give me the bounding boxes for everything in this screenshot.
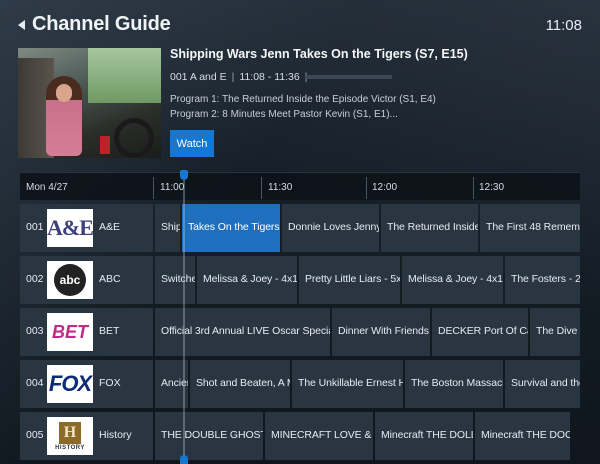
channel-cell[interactable]: 005 H HISTORY History [20,412,153,460]
clock: 11:08 [545,17,582,34]
program-cell[interactable]: Shipping Wars [155,204,180,252]
logo-text: A&E [47,215,94,240]
program-cell[interactable]: MINECRAFT LOVE & HA [265,412,373,460]
program-cell-selected[interactable]: Takes On the Tigers [182,204,280,252]
watch-button[interactable]: Watch [170,130,214,157]
program-cell[interactable]: Minecraft THE DOLL [375,412,473,460]
now-playing-time: 11:08 - 11:36 [239,71,300,83]
time-tick [366,177,367,199]
program-cell[interactable]: The Boston Massacre [405,360,503,408]
logo-text: abc [54,264,86,296]
channel-name: BET [99,325,120,337]
channel-row-abc: 002 abc ABC Switched Melissa & Joey - 4x… [20,256,580,304]
channel-number: 002 [26,273,44,285]
channel-row-bet: 003 BET BET Official 3rd Annual LIVE Osc… [20,308,580,356]
current-time-marker-top [180,170,188,180]
channel-cell[interactable]: 003 BET BET [20,308,153,356]
now-playing-meta: 001 A and E|11:08 - 11:36| [170,71,312,83]
time-label: 11:30 [268,182,293,193]
history-logo-icon: H HISTORY [47,417,93,455]
time-label: 12:30 [479,182,505,193]
program-cell[interactable]: DECKER Port Of Call [432,308,528,356]
channel-row-history: 005 H HISTORY History THE DOUBLE GHOST P… [20,412,580,460]
logo-text: FOX [48,371,92,396]
now-playing-title: Shipping Wars Jenn Takes On the Tigers (… [170,47,468,61]
bet-logo-icon: BET [47,313,93,351]
time-label: 12:00 [372,182,398,193]
time-tick [261,177,262,199]
meta-separator: | [231,71,235,83]
program-cell[interactable]: The Unkillable Ernest He [292,360,403,408]
channel-cell[interactable]: 001 A&E A&E [20,204,153,252]
channel-name: History [99,429,132,441]
guide-date: Mon 4/27 [26,182,68,193]
channel-guide-grid: Mon 4/27 11:00 11:30 12:00 12:30 001 A&E… [20,170,580,464]
video-preview[interactable] [18,48,161,158]
back-arrow-icon[interactable] [18,20,25,30]
program-cell[interactable]: The Dive [530,308,580,356]
program-cell[interactable]: The Fosters - 2 [505,256,580,304]
abc-logo-icon: abc [47,261,93,299]
program-cell[interactable]: The First 48 Remembered [480,204,580,252]
channel-number: 004 [26,377,44,389]
preview-window [88,48,161,103]
page-title: Channel Guide [32,13,171,35]
program-line-1: Program 1: The Returned Inside the Episo… [170,94,436,105]
program-cell[interactable]: Minecraft THE DOO [475,412,570,460]
preview-steering-wheel [114,118,154,158]
program-cell[interactable]: Switched [155,256,195,304]
ae-logo-icon: A&E [47,209,94,247]
now-playing-channel: 001 A and E [170,71,227,83]
logo-text: H [59,421,81,444]
program-cell[interactable]: Official 3rd Annual LIVE Oscar Special [155,308,330,356]
now-playing-progress [306,75,392,79]
channel-number: 001 [26,221,44,233]
program-cell[interactable]: Survival and the [505,360,580,408]
preview-face [56,84,72,102]
fox-logo-icon: FOX [47,365,93,403]
program-cell[interactable]: Dinner With Friends w [332,308,430,356]
logo-text: BET [52,321,88,342]
current-time-indicator [183,172,185,464]
channel-cell[interactable]: 002 abc ABC [20,256,153,304]
channel-name: A&E [99,221,121,233]
header: Channel Guide 11:08 [0,0,600,46]
current-time-marker-bottom [180,455,188,464]
channel-name: ABC [99,273,121,285]
channel-name: FOX [99,377,121,389]
channel-number: 003 [26,325,44,337]
time-label: 11:00 [160,182,185,193]
time-tick [153,177,154,199]
program-cell[interactable]: Donnie Loves Jenny [282,204,379,252]
time-bar: Mon 4/27 11:00 11:30 12:00 12:30 [20,172,580,200]
channel-cell[interactable]: 004 FOX FOX [20,360,153,408]
program-line-2: Program 2: 8 Minutes Meet Pastor Kevin (… [170,109,398,120]
channel-row-ae: 001 A&E A&E Shipping Wars Takes On the T… [20,204,580,252]
program-cell[interactable]: Melissa & Joey - 4x1 [402,256,503,304]
program-cell[interactable]: Melissa & Joey - 4x1 [197,256,297,304]
time-tick [473,177,474,199]
channel-number: 005 [26,429,44,441]
program-cell[interactable]: The Returned Inside [381,204,478,252]
logo-subtext: HISTORY [55,444,85,451]
preview-cup [100,136,110,154]
program-cell[interactable]: Shot and Beaten, A M [190,360,290,408]
channel-row-fox: 004 FOX FOX Ancient Shot and Beaten, A M… [20,360,580,408]
program-cell[interactable]: Pretty Little Liars - 5x2 [299,256,400,304]
program-cell[interactable]: THE DOUBLE GHOST P [155,412,263,460]
